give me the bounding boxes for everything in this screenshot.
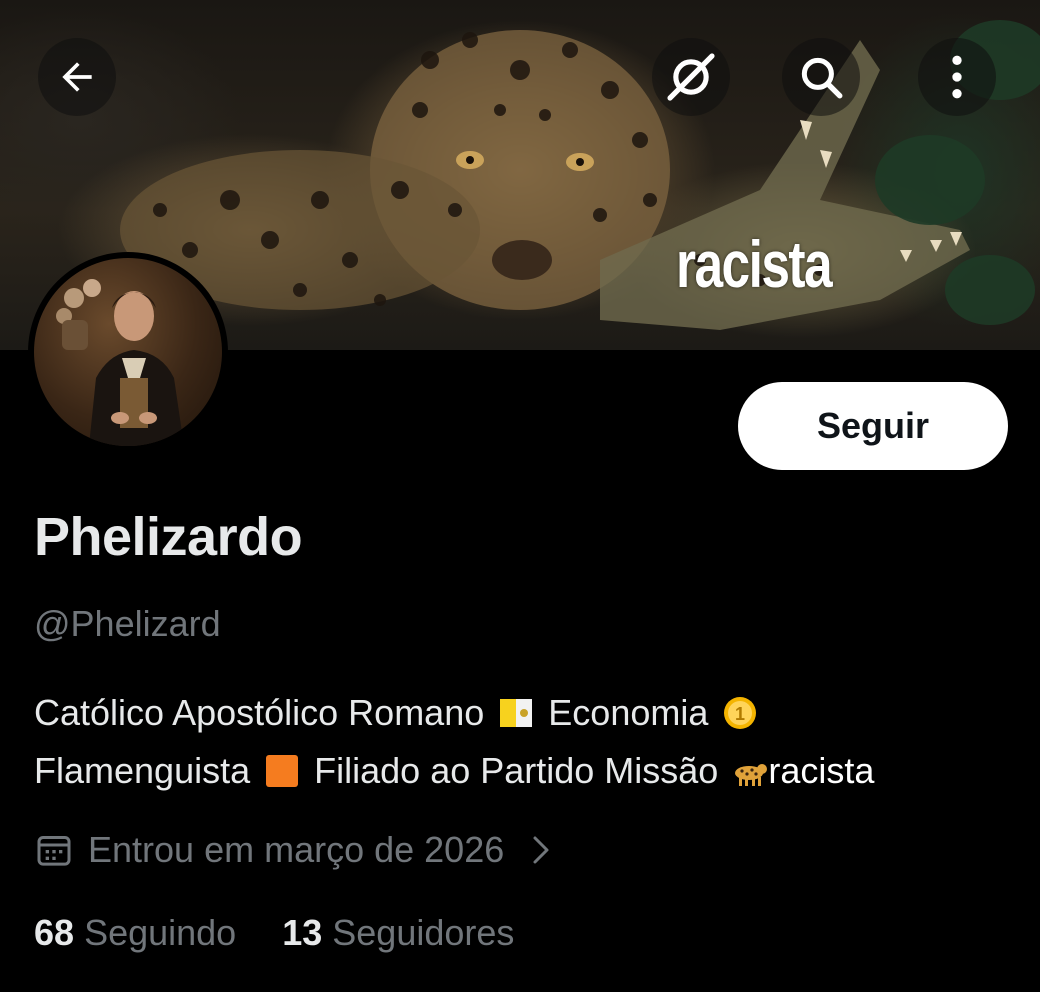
chevron-right-icon — [533, 836, 549, 864]
follow-button[interactable]: Seguir — [738, 382, 1008, 470]
back-button[interactable] — [38, 38, 116, 116]
bio-text: Economia — [548, 692, 709, 733]
following-label: Seguindo — [84, 912, 237, 953]
display-name: Phelizardo — [34, 507, 303, 567]
bio-text: Católico Apostólico Romano — [34, 692, 485, 733]
user-handle: @Phelizard — [34, 603, 221, 644]
joined-text: Entrou em março de 2026 — [88, 829, 505, 870]
svg-text:1: 1 — [735, 704, 745, 724]
follow-stats: 68 Seguindo 13 Seguidores — [34, 912, 514, 954]
vatican-flag-emoji — [500, 699, 533, 727]
more-button[interactable] — [918, 38, 996, 116]
no-signal-icon — [667, 53, 715, 101]
avatar-image — [34, 258, 222, 446]
more-vertical-icon — [952, 55, 962, 99]
followers-link[interactable]: 13 Seguidores — [282, 912, 514, 954]
arrow-left-icon — [62, 62, 92, 92]
bio-line-1: Católico Apostólico Romano Economia 1 — [34, 684, 1024, 742]
followers-label: Seguidores — [332, 912, 515, 953]
coin-emoji: 1 — [724, 697, 757, 729]
search-button[interactable] — [782, 38, 860, 116]
search-icon — [801, 57, 843, 99]
spaces-button[interactable] — [652, 38, 730, 116]
bio-line-2: Flamenguista Filiado ao Partido Missão r… — [34, 742, 1024, 800]
avatar[interactable] — [28, 252, 228, 452]
bio-text: racista — [768, 750, 875, 791]
following-count: 68 — [34, 912, 75, 953]
following-link[interactable]: 68 Seguindo — [34, 912, 236, 954]
leopard-emoji — [735, 764, 768, 786]
banner-caption: racista — [676, 227, 833, 301]
calendar-icon — [37, 836, 71, 866]
followers-count: 13 — [282, 912, 323, 953]
bio-text: Flamenguista — [34, 750, 251, 791]
bio-text: Filiado ao Partido Missão — [314, 750, 719, 791]
joined-date[interactable]: Entrou em março de 2026 — [34, 826, 552, 874]
orange-square-emoji — [266, 755, 299, 787]
bio: Católico Apostólico Romano Economia 1 Fl… — [34, 684, 1024, 800]
